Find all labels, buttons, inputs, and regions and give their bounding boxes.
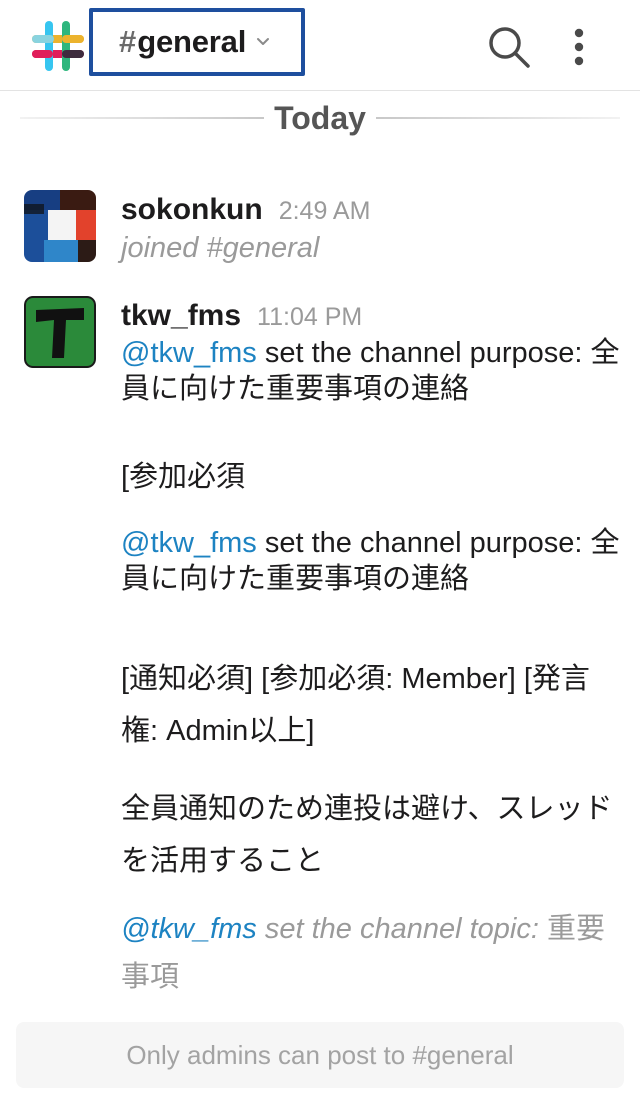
message-text: @tkw_fms set the channel purpose: 全員に向けた… [121, 335, 624, 407]
timestamp[interactable]: 11:04 PM [257, 303, 362, 331]
divider-line-right [376, 117, 620, 119]
divider-line-left [20, 117, 264, 119]
timestamp[interactable]: 2:49 AM [279, 197, 371, 225]
date-divider: Today [20, 96, 620, 140]
slack-logo[interactable] [30, 20, 86, 72]
message-text: joined #general [121, 232, 320, 264]
channel-selector[interactable]: # general [89, 8, 305, 76]
username[interactable]: tkw_fms [121, 299, 241, 332]
message-item: sokonkun 2:49 AM joined #general [24, 190, 624, 274]
username[interactable]: sokonkun [121, 193, 263, 226]
avatar[interactable] [24, 296, 96, 368]
more-vertical-icon[interactable] [566, 26, 592, 70]
post-restriction-notice: Only admins can post to #general [16, 1022, 624, 1088]
avatar[interactable] [24, 190, 96, 262]
topic-text: set the channel topic: [256, 913, 547, 945]
channel-hash: # [119, 24, 137, 59]
search-icon[interactable] [486, 24, 532, 70]
user-mention[interactable]: @tkw_fms [121, 527, 257, 559]
user-mention[interactable]: @tkw_fms [121, 337, 257, 369]
message-paragraph: [参加必須 [121, 461, 246, 493]
date-divider-label: Today [274, 100, 366, 136]
notice-text: Only admins can post to #general [126, 1039, 514, 1070]
message-paragraph: 全員通知のため連投は避け、スレッドを活用すること [121, 793, 613, 877]
chevron-down-icon [257, 38, 270, 45]
message-paragraph: [通知必須] [参加必須: Member] [発言権: Admin以上] [121, 663, 590, 747]
topic-change-message: @tkw_fms set the channel topic: 重要事項 [121, 905, 624, 1001]
message-item: tkw_fms 11:04 PM @tkw_fms set the channel… [24, 296, 624, 996]
channel-name: general [137, 24, 247, 59]
channel-header: # general [0, 0, 640, 91]
user-mention[interactable]: @tkw_fms [121, 913, 257, 945]
message-text: @tkw_fms set the channel purpose: 全員に向けた… [121, 525, 624, 597]
